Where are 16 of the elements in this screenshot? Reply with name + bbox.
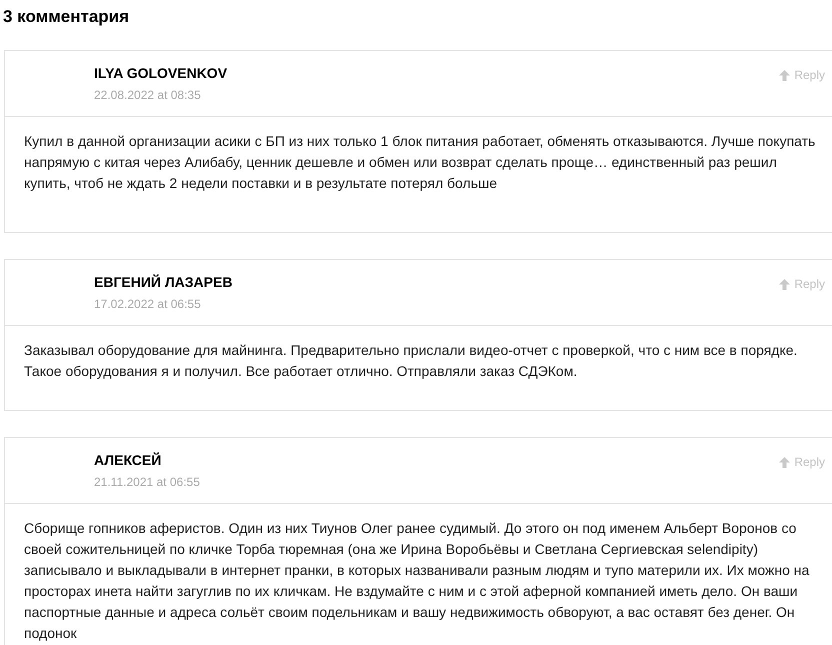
up-arrow-icon [779, 278, 790, 290]
up-arrow-icon [779, 70, 790, 80]
author-name: ЕВГЕНИЙ ЛАЗАРЕВ [94, 273, 232, 291]
reply-button[interactable]: Reply [779, 66, 825, 84]
reply-button[interactable]: Reply [779, 453, 825, 471]
comment-text: Заказывал оборудование для майнинга. Предварительно прислали видео-отчет с проверкой, что с ним все в порядке. Такое оборудования я и получил. Все работает отлично. Отправляли заказ СДЭКом. [23, 341, 798, 381]
comment-date: 17.02.2022 at 06:55 [94, 296, 202, 312]
reply-button[interactable]: Reply [779, 275, 825, 293]
author-name: ILYA GOLOVENKOV [94, 64, 228, 82]
comments-heading: 3 комментария [2, 6, 130, 28]
author-name: АЛЕКСЕЙ [94, 451, 162, 469]
up-arrow-icon [779, 456, 790, 468]
comment-text: Сборище гопников аферистов. Один из них Тиунов Олег ранее судимый. До этого он под именем Альберт Воронов со своей сожительницей по кличке Торба тюремная (она же Ирина Воробьёвы и Светлана Сергиевская selendipity) записывало и выкладывали в интернет пранки, в которых названивали разным людям и тупо материли их. Их можно на просторах инета найти загуглив по их кличкам. Не вздумайте с ним и с этой аферной компанией иметь дело. Он ваши паспортные данные и адреса сольёт своим подельникам и вашу недвижимость обворуют, а вас оставят без денег. Он подонок [23, 519, 810, 643]
comment-date: 22.08.2022 at 08:35 [94, 87, 202, 103]
comment-date: 21.11.2021 at 06:55 [94, 474, 200, 490]
comment-text: Купил в данной организации асики с БП из них только 1 блок питания работает, обменять отказываются. Лучше покупать напрямую с китая через Алибабу, ценник дешевле и обмен или возврат сделать проще… единственный раз решил купить, чтоб не ждать 2 недели поставки и в результате потерял больше [23, 132, 816, 193]
